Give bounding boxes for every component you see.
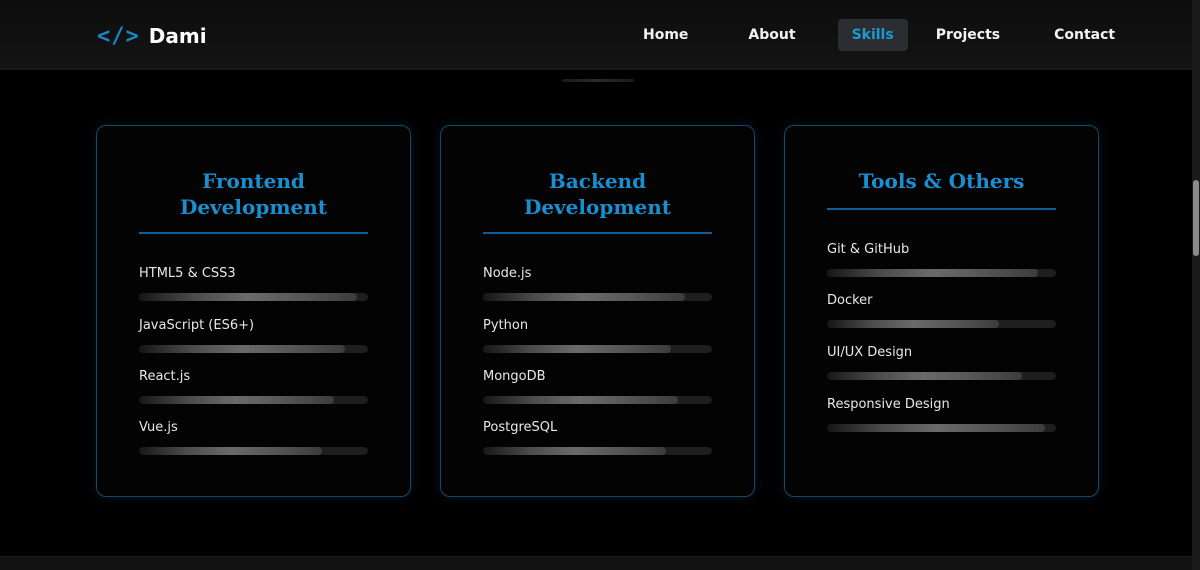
- skill-progress-fill: [139, 447, 323, 455]
- skill-card-backend: Backend Development Node.js Python Mongo…: [440, 125, 755, 497]
- skill-item: JavaScript (ES6+): [139, 318, 368, 353]
- skill-item: Vue.js: [139, 420, 368, 455]
- skill-name: Git & GitHub: [827, 242, 910, 257]
- code-brackets-icon: </>: [97, 23, 140, 49]
- skill-progress-fill: [827, 269, 1038, 277]
- card-title-line: Development: [179, 195, 327, 219]
- skill-name: Vue.js: [139, 420, 178, 435]
- title-underline: [483, 232, 712, 234]
- skill-progress-track: [139, 345, 368, 353]
- title-underline: [827, 208, 1056, 210]
- skill-item: Docker: [827, 293, 1056, 328]
- skill-progress-track: [827, 372, 1056, 380]
- skill-progress-fill: [483, 293, 685, 301]
- card-title-line: Backend: [548, 169, 647, 193]
- skill-item: Responsive Design: [827, 397, 1056, 432]
- skill-item: HTML5 & CSS3: [139, 266, 368, 301]
- skill-name: Node.js: [483, 266, 532, 281]
- skill-card-tools: Tools & Others Git & GitHub Docker UI/UX…: [784, 125, 1099, 497]
- skill-name: Responsive Design: [827, 397, 950, 412]
- skill-progress-fill: [827, 320, 999, 328]
- brand-name: Dami: [148, 24, 207, 48]
- skill-item: Python: [483, 318, 712, 353]
- skill-card-frontend: Frontend Development HTML5 & CSS3 JavaSc…: [96, 125, 411, 497]
- skill-name: Docker: [827, 293, 873, 308]
- skill-progress-fill: [827, 424, 1045, 432]
- skill-progress-fill: [483, 345, 671, 353]
- nav-about[interactable]: About: [734, 19, 809, 51]
- nav-home[interactable]: Home: [629, 19, 702, 51]
- vertical-scrollbar[interactable]: [1192, 0, 1200, 570]
- skill-progress-track: [827, 320, 1056, 328]
- horizontal-scrollbar[interactable]: [0, 556, 1192, 570]
- scrollbar-thumb[interactable]: [1193, 180, 1199, 256]
- nav-projects[interactable]: Projects: [922, 19, 1014, 51]
- nav-skills[interactable]: Skills: [837, 19, 908, 51]
- card-title: Tools & Others: [827, 168, 1056, 194]
- title-underline: [139, 232, 368, 234]
- skill-progress-fill: [483, 396, 678, 404]
- skill-progress-fill: [139, 396, 334, 404]
- skill-progress-track: [139, 396, 368, 404]
- skill-item: MongoDB: [483, 369, 712, 404]
- skill-item: Git & GitHub: [827, 242, 1056, 277]
- skill-item: UI/UX Design: [827, 345, 1056, 380]
- skill-progress-fill: [483, 447, 667, 455]
- skill-name: MongoDB: [483, 369, 546, 384]
- card-title-line: Frontend: [202, 169, 305, 193]
- card-title-line: Development: [523, 195, 671, 219]
- skill-progress-fill: [139, 345, 346, 353]
- skill-item: PostgreSQL: [483, 420, 712, 455]
- skill-name: JavaScript (ES6+): [139, 318, 255, 333]
- page: </> Dami Home About Skills Projects Cont…: [0, 0, 1200, 570]
- skill-name: HTML5 & CSS3: [139, 266, 236, 281]
- skill-name: React.js: [139, 369, 191, 384]
- skill-progress-track: [827, 424, 1056, 432]
- brand-logo[interactable]: </> Dami: [97, 22, 207, 50]
- skill-item: React.js: [139, 369, 368, 404]
- navbar: </> Dami Home About Skills Projects Cont…: [0, 0, 1192, 70]
- card-title: Backend Development: [483, 168, 712, 220]
- nav-contact[interactable]: Contact: [1040, 19, 1129, 51]
- nav-links: Home About Skills Projects Contact: [629, 19, 1129, 51]
- skill-name: Python: [483, 318, 529, 333]
- card-title: Frontend Development: [139, 168, 368, 220]
- skill-progress-track: [827, 269, 1056, 277]
- skill-name: UI/UX Design: [827, 345, 913, 360]
- skill-progress-track: [139, 293, 368, 301]
- skill-progress-track: [483, 447, 712, 455]
- section-divider: [562, 79, 634, 82]
- skill-item: Node.js: [483, 266, 712, 301]
- skill-progress-fill: [827, 372, 1022, 380]
- skill-progress-fill: [139, 293, 357, 301]
- skill-progress-track: [483, 293, 712, 301]
- skill-progress-track: [483, 396, 712, 404]
- skill-progress-track: [483, 345, 712, 353]
- skill-progress-track: [139, 447, 368, 455]
- card-title-line: Tools & Others: [858, 169, 1025, 193]
- skill-name: PostgreSQL: [483, 420, 558, 435]
